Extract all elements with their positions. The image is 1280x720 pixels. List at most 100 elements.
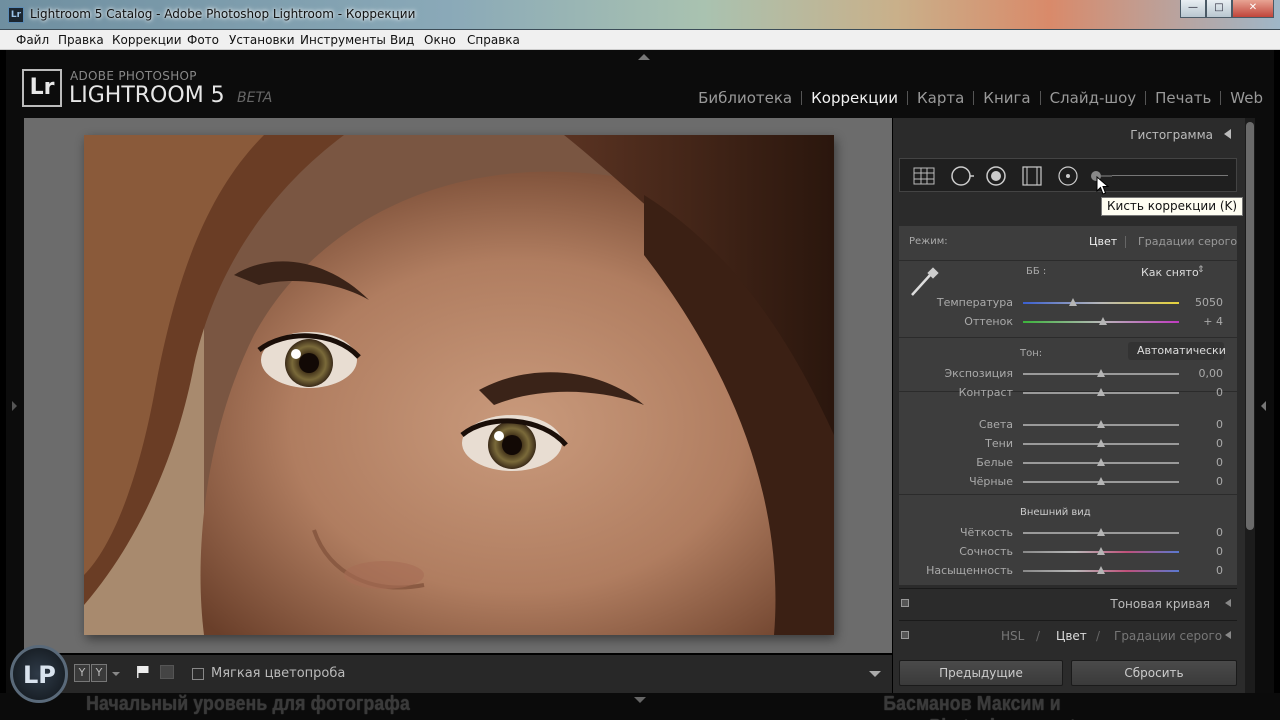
- menu-edit[interactable]: Правка: [58, 33, 104, 47]
- treatment-separator: [1125, 236, 1126, 248]
- slider-thumb[interactable]: [1097, 477, 1105, 485]
- menu-help[interactable]: Справка: [467, 33, 520, 47]
- minimize-button[interactable]: —: [1180, 0, 1206, 18]
- histogram-title: Гистограмма: [1130, 128, 1213, 142]
- brand-lightroom: LIGHTROOM 5: [69, 83, 225, 108]
- toolbar-content-dropdown-icon[interactable]: [869, 671, 881, 677]
- previous-settings-button[interactable]: Предыдущие: [899, 660, 1063, 686]
- collapse-top-panel-icon[interactable]: [638, 54, 650, 60]
- hsl-enable-toggle[interactable]: [901, 631, 909, 639]
- close-button[interactable]: ✕: [1232, 0, 1274, 18]
- slider-value[interactable]: 0: [1183, 456, 1223, 469]
- menu-tools[interactable]: Инструменты: [300, 33, 386, 47]
- hsl-tab-color[interactable]: Цвет: [1056, 629, 1087, 643]
- slider-value[interactable]: + 4: [1183, 315, 1223, 328]
- menu-view[interactable]: Вид: [390, 33, 414, 47]
- hsl-tab-separator: /: [1096, 629, 1101, 643]
- graduated-filter-icon[interactable]: [1020, 165, 1044, 187]
- slider-thumb[interactable]: [1097, 458, 1105, 466]
- treatment-color-option[interactable]: Цвет: [1089, 235, 1117, 248]
- hsl-expand-icon[interactable]: [1225, 631, 1231, 639]
- slider-value[interactable]: 0: [1183, 526, 1223, 539]
- white-balance-preset[interactable]: Как снято: [1141, 266, 1199, 279]
- caption-course-title: Начальный уровень для фотографа: [86, 693, 410, 715]
- right-panel-edge: [1255, 118, 1274, 693]
- slider-thumb[interactable]: [1097, 439, 1105, 447]
- collapse-bottom-panel-icon[interactable]: [634, 697, 646, 703]
- spot-removal-icon[interactable]: [950, 165, 974, 187]
- soft-proof-label: Мягкая цветопроба: [211, 666, 346, 681]
- left-panel-edge: [6, 118, 24, 693]
- auto-tone-button[interactable]: Автоматически: [1128, 342, 1226, 360]
- slider-value[interactable]: 0: [1183, 475, 1223, 488]
- channel-logo-text: LP: [23, 661, 56, 689]
- radial-filter-icon[interactable]: [1056, 165, 1080, 187]
- module-book[interactable]: Книга: [974, 89, 1039, 107]
- hsl-panel-header[interactable]: HSL / Цвет / Градации серого: [899, 620, 1237, 648]
- module-slideshow[interactable]: Слайд-шоу: [1041, 89, 1146, 107]
- module-library[interactable]: Библиотека: [689, 89, 801, 107]
- slider-thumb[interactable]: [1098, 317, 1107, 325]
- slider-value[interactable]: 0: [1183, 545, 1223, 558]
- slider-thumb[interactable]: [1097, 369, 1105, 377]
- slider-thumb[interactable]: [1097, 388, 1105, 396]
- view-options-dropdown-icon[interactable]: [112, 672, 120, 676]
- slider-label: Сочность: [959, 545, 1013, 558]
- right-panel: Гистограмма Кисть коррекции (K) Режим: Ц…: [893, 118, 1245, 693]
- mouse-cursor-icon: [1096, 176, 1110, 195]
- video-caption-bar: Начальный уровень для фотографа Басманов…: [0, 693, 1280, 720]
- white-balance-dropdown-icon[interactable]: ⇕: [1197, 265, 1205, 275]
- slider-value[interactable]: 0: [1183, 564, 1223, 577]
- after-view-button[interactable]: Y: [91, 664, 107, 682]
- right-panel-scroll-thumb[interactable]: [1246, 122, 1254, 530]
- menu-settings[interactable]: Установки: [229, 33, 295, 47]
- menu-develop[interactable]: Коррекции: [112, 33, 182, 47]
- collapse-right-panel-icon[interactable]: [1261, 401, 1266, 411]
- module-map[interactable]: Карта: [908, 89, 973, 107]
- hsl-tab-grayscale[interactable]: Градации серого: [1114, 629, 1222, 643]
- treatment-grayscale-option[interactable]: Градации серого: [1138, 235, 1237, 248]
- tone-curve-enable-toggle[interactable]: [901, 599, 909, 607]
- before-view-button[interactable]: Y: [74, 664, 90, 682]
- maximize-button[interactable]: □: [1206, 0, 1232, 18]
- tone-curve-expand-icon[interactable]: [1225, 599, 1231, 607]
- white-balance-eyedropper-icon[interactable]: [907, 265, 941, 299]
- slider-thumb[interactable]: [1097, 420, 1105, 428]
- reset-button[interactable]: Сбросить: [1071, 660, 1237, 686]
- red-eye-icon[interactable]: [984, 165, 1008, 187]
- before-after-toggle[interactable]: Y Y: [74, 664, 108, 682]
- soft-proof-checkbox[interactable]: [192, 668, 204, 680]
- slider-value[interactable]: 0,00: [1183, 367, 1224, 380]
- slider-track[interactable]: [1023, 302, 1179, 304]
- photo-portrait[interactable]: [84, 135, 834, 635]
- slider-value[interactable]: 0: [1183, 418, 1223, 431]
- treatment-label: Режим:: [909, 236, 948, 247]
- lightroom-app-icon: Lr: [8, 7, 24, 23]
- menu-photo[interactable]: Фото: [187, 33, 219, 47]
- auto-tone-label: Автоматически: [1137, 344, 1226, 357]
- slider-thumb[interactable]: [1097, 566, 1105, 574]
- module-print[interactable]: Печать: [1146, 89, 1220, 107]
- slider-thumb[interactable]: [1097, 547, 1105, 555]
- module-develop[interactable]: Коррекции: [802, 89, 907, 107]
- flag-pick-icon[interactable]: [136, 665, 150, 679]
- lightroom-logo: Lr: [22, 69, 62, 107]
- expand-left-panel-icon[interactable]: [12, 401, 17, 411]
- hsl-tab-hsl[interactable]: HSL: [1001, 629, 1024, 643]
- crop-overlay-icon[interactable]: [912, 165, 936, 187]
- menu-window[interactable]: Окно: [424, 33, 456, 47]
- menu-file[interactable]: Файл: [16, 33, 49, 47]
- slider-label: Чёрные: [969, 475, 1013, 488]
- tone-label: Тон:: [1020, 348, 1043, 359]
- histogram-collapse-icon[interactable]: [1224, 129, 1231, 139]
- slider-thumb[interactable]: [1068, 298, 1077, 306]
- flag-reject-icon[interactable]: [160, 665, 174, 679]
- slider-value[interactable]: 0: [1183, 437, 1223, 450]
- module-web[interactable]: Web: [1221, 89, 1272, 107]
- tone-curve-panel-header[interactable]: Тоновая кривая: [899, 588, 1237, 616]
- histogram-header[interactable]: Гистограмма: [893, 118, 1245, 154]
- slider-thumb[interactable]: [1097, 528, 1105, 536]
- presence-label: Внешний вид: [1020, 507, 1091, 518]
- slider-value[interactable]: 5050: [1183, 296, 1223, 309]
- slider-value[interactable]: 0: [1183, 386, 1223, 399]
